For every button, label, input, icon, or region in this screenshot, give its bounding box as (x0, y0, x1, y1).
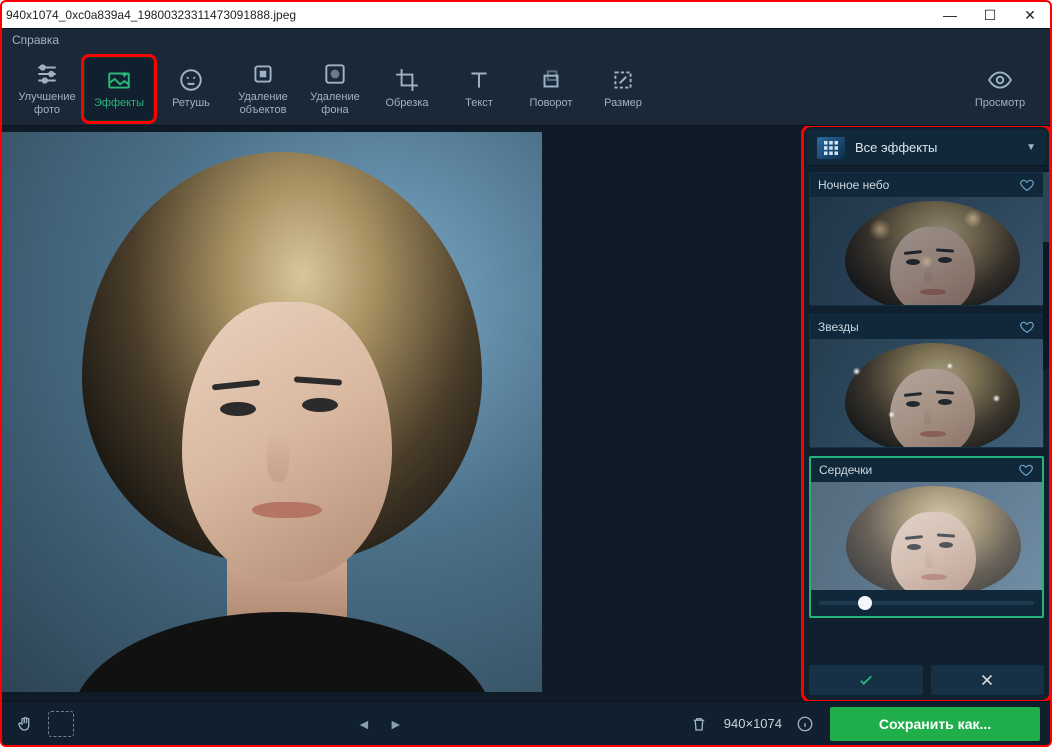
tool-remove-bg[interactable]: Удаление фона (300, 57, 370, 121)
nav-arrows: ◄ ► (86, 716, 674, 732)
effect-thumbnail (811, 482, 1042, 590)
tool-text-label: Текст (465, 97, 493, 109)
image-dimensions: 940×1074 (724, 716, 782, 731)
tool-crop-label: Обрезка (385, 97, 428, 109)
close-button[interactable]: ✕ (1020, 8, 1040, 22)
face-icon (178, 67, 204, 93)
tool-effects[interactable]: Эффекты (84, 57, 154, 121)
app-window: 940x1074_0xc0a839a4_19800323311473091888… (0, 0, 1052, 747)
effects-category-dropdown[interactable]: Все эффекты ▼ (807, 130, 1046, 166)
effect-name: Ночное небо (818, 178, 889, 192)
effect-thumbnail (810, 339, 1043, 447)
dropdown-label: Все эффекты (855, 140, 1016, 155)
effects-list[interactable]: Ночное небо Звезды (807, 166, 1046, 659)
tool-resize-label: Размер (604, 97, 642, 109)
hand-tool[interactable] (12, 711, 38, 737)
tool-text[interactable]: Текст (444, 57, 514, 121)
titlebar: 940x1074_0xc0a839a4_19800323311473091888… (2, 2, 1050, 28)
window-controls: — ☐ ✕ (940, 8, 1046, 22)
effect-thumbnail (810, 197, 1043, 305)
menu-help[interactable]: Справка (12, 33, 59, 47)
bg-remove-icon (322, 61, 348, 87)
maximize-button[interactable]: ☐ (980, 8, 1000, 22)
resize-icon (610, 67, 636, 93)
marquee-tool[interactable] (48, 711, 74, 737)
image-sparkle-icon (106, 67, 132, 93)
sliders-icon (34, 61, 60, 87)
effect-name: Сердечки (819, 463, 872, 477)
eraser-icon (250, 61, 276, 87)
canvas-area[interactable] (2, 126, 802, 701)
effect-item[interactable]: Звезды (809, 314, 1044, 448)
photo-canvas (2, 132, 542, 692)
window-title: 940x1074_0xc0a839a4_19800323311473091888… (6, 8, 940, 22)
crop-icon (394, 67, 420, 93)
cancel-button[interactable] (931, 665, 1045, 695)
chevron-down-icon: ▼ (1026, 142, 1036, 153)
favorite-button[interactable] (1019, 177, 1035, 193)
effect-item[interactable]: Сердечки (809, 456, 1044, 618)
effect-item[interactable]: Ночное небо (809, 172, 1044, 306)
delete-button[interactable] (686, 711, 712, 737)
minimize-button[interactable]: — (940, 8, 960, 22)
effect-name: Звезды (818, 320, 859, 334)
info-button[interactable] (792, 711, 818, 737)
tool-preview-label: Просмотр (975, 97, 1025, 109)
tool-remove-objects[interactable]: Удаление объектов (228, 57, 298, 121)
bottom-bar: ◄ ► 940×1074 Сохранить как... (2, 701, 1050, 745)
tool-remove-bg-label: Удаление фона (310, 91, 360, 115)
favorite-button[interactable] (1018, 462, 1034, 478)
tool-crop[interactable]: Обрезка (372, 57, 442, 121)
effects-panel: Все эффекты ▼ Ночное небо Звез (802, 126, 1050, 701)
save-as-button[interactable]: Сохранить как... (830, 707, 1040, 741)
panel-scrollbar[interactable] (1043, 170, 1049, 370)
effect-intensity-slider[interactable] (811, 590, 1042, 616)
tool-retouch-label: Ретушь (172, 97, 210, 109)
text-icon (466, 67, 492, 93)
rotate-icon (538, 67, 564, 93)
toolbar: Улучшение фото Эффекты Ретушь Удаление о… (2, 52, 1050, 126)
tool-remove-objects-label: Удаление объектов (238, 91, 288, 115)
tool-rotate-label: Поворот (530, 97, 573, 109)
workspace: Все эффекты ▼ Ночное небо Звез (2, 126, 1050, 701)
tool-retouch[interactable]: Ретушь (156, 57, 226, 121)
tool-effects-label: Эффекты (94, 97, 144, 109)
tool-resize[interactable]: Размер (588, 57, 658, 121)
prev-image-button[interactable]: ◄ (357, 716, 371, 732)
next-image-button[interactable]: ► (389, 716, 403, 732)
tool-enhance[interactable]: Улучшение фото (12, 57, 82, 121)
apply-button[interactable] (809, 665, 923, 695)
grid-icon (817, 137, 845, 159)
effect-actions (807, 659, 1046, 697)
eye-icon (987, 67, 1013, 93)
menubar: Справка (2, 28, 1050, 52)
tool-preview[interactable]: Просмотр (960, 57, 1040, 121)
tool-enhance-label: Улучшение фото (18, 91, 75, 115)
tool-rotate[interactable]: Поворот (516, 57, 586, 121)
favorite-button[interactable] (1019, 319, 1035, 335)
